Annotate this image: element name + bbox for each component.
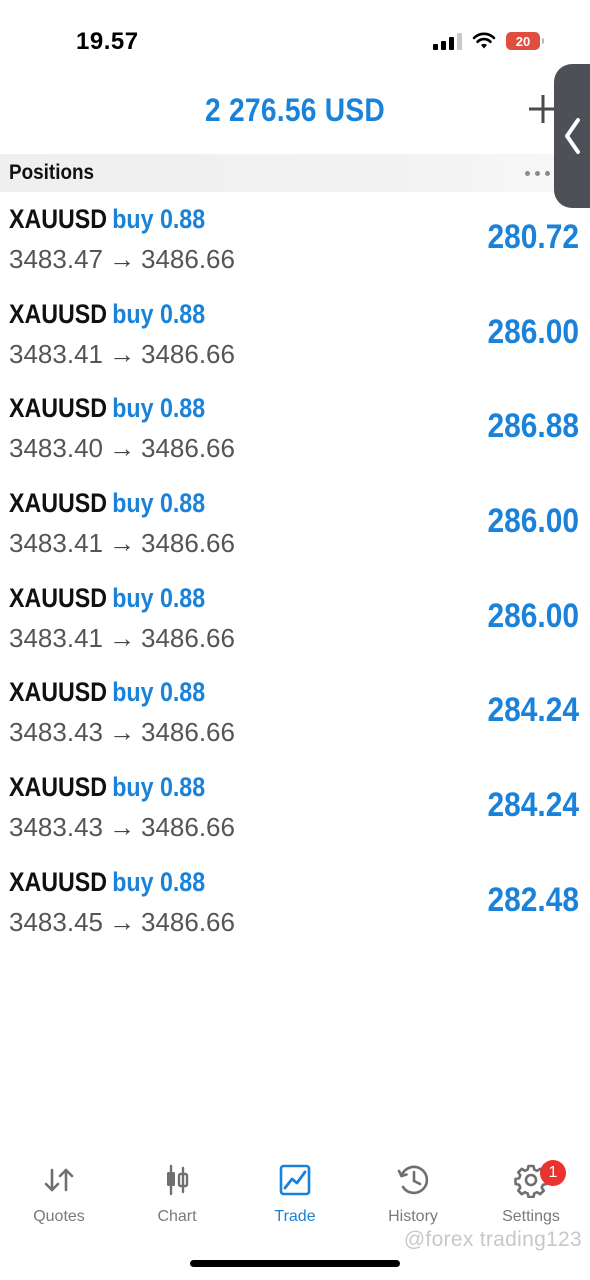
position-row[interactable]: XAUUSD buy 0.88 3483.47 → 3486.66 280.72 <box>0 198 590 293</box>
position-row[interactable]: XAUUSD buy 0.88 3483.41 → 3486.66 286.00 <box>0 293 590 388</box>
header: 2 276.56 USD <box>0 84 590 144</box>
current-price: 3486.66 <box>140 717 235 748</box>
position-side-volume: buy 0.88 <box>112 488 206 519</box>
position-side-volume: buy 0.88 <box>112 393 206 424</box>
quotes-arrows-icon <box>39 1160 79 1200</box>
tab-trade-label: Trade <box>274 1208 316 1225</box>
account-balance: 2 276.56 USD <box>204 92 386 128</box>
position-profit: 286.00 <box>487 312 579 351</box>
tab-chart[interactable]: Chart <box>118 1160 236 1240</box>
open-price: 3483.43 <box>9 812 103 843</box>
positions-title: Positions <box>9 161 95 184</box>
battery-icon: 20 <box>506 32 544 50</box>
status-bar: 19.57 20 <box>0 0 590 80</box>
current-price: 3486.66 <box>140 812 235 843</box>
current-price: 3486.66 <box>140 622 235 653</box>
candlestick-chart-icon <box>157 1160 197 1200</box>
position-symbol: XAUUSD <box>9 488 108 519</box>
open-price: 3483.40 <box>9 433 103 464</box>
tab-history-label: History <box>388 1208 438 1225</box>
battery-level: 20 <box>515 33 531 49</box>
current-price: 3486.66 <box>140 433 235 464</box>
position-symbol: XAUUSD <box>9 393 108 424</box>
price-arrow: → <box>108 528 135 559</box>
position-profit: 282.48 <box>487 880 579 919</box>
positions-list: XAUUSD buy 0.88 3483.47 → 3486.66 280.72 XA… <box>0 198 590 956</box>
position-side-volume: buy 0.88 <box>112 204 206 234</box>
position-symbol: XAUUSD <box>9 677 108 708</box>
price-arrow: → <box>108 717 135 748</box>
tab-quotes[interactable]: Quotes <box>0 1160 118 1240</box>
current-price: 3486.66 <box>140 906 235 937</box>
wifi-icon <box>472 32 496 49</box>
position-row[interactable]: XAUUSD buy 0.88 3483.40 → 3486.66 286.88 <box>0 387 590 482</box>
open-price: 3483.43 <box>9 717 103 748</box>
tab-quotes-label: Quotes <box>33 1208 85 1225</box>
position-side-volume: buy 0.88 <box>112 677 206 708</box>
watermark: @forex trading123 <box>403 1228 582 1251</box>
current-price: 3486.66 <box>140 244 235 274</box>
more-options-icon[interactable] <box>525 171 550 176</box>
price-arrow: → <box>108 622 135 653</box>
status-icons: 20 <box>433 32 544 50</box>
home-indicator[interactable] <box>190 1260 400 1267</box>
position-profit: 286.88 <box>487 407 579 446</box>
price-arrow: → <box>108 433 135 464</box>
position-profit: 284.24 <box>487 691 579 730</box>
position-row[interactable]: XAUUSD buy 0.88 3483.41 → 3486.66 286.00 <box>0 577 590 672</box>
price-arrow: → <box>108 812 135 843</box>
current-price: 3486.66 <box>140 338 235 369</box>
position-symbol: XAUUSD <box>9 204 108 234</box>
position-profit: 280.72 <box>487 218 579 256</box>
current-price: 3486.66 <box>140 528 235 559</box>
position-symbol: XAUUSD <box>9 582 108 613</box>
status-time: 19.57 <box>76 28 139 55</box>
cellular-signal-icon <box>433 32 462 50</box>
position-row[interactable]: XAUUSD buy 0.88 3483.45 → 3486.66 282.48 <box>0 861 590 956</box>
position-side-volume: buy 0.88 <box>112 298 206 329</box>
price-arrow: → <box>108 906 135 937</box>
tab-chart-label: Chart <box>157 1208 197 1225</box>
position-row[interactable]: XAUUSD buy 0.88 3483.43 → 3486.66 284.24 <box>0 766 590 861</box>
notification-badge: 1 <box>540 1160 566 1186</box>
position-side-volume: buy 0.88 <box>112 866 206 897</box>
position-side-volume: buy 0.88 <box>112 582 206 613</box>
position-row[interactable]: XAUUSD buy 0.88 3483.43 → 3486.66 284.24 <box>0 671 590 766</box>
tab-trade[interactable]: Trade <box>236 1160 354 1240</box>
history-clock-icon <box>393 1160 433 1200</box>
open-price: 3483.41 <box>9 622 103 653</box>
open-price: 3483.41 <box>9 528 103 559</box>
open-price: 3483.41 <box>9 338 103 369</box>
position-profit: 286.00 <box>487 502 579 541</box>
position-profit: 284.24 <box>487 786 579 825</box>
position-symbol: XAUUSD <box>9 772 108 803</box>
position-side-volume: buy 0.88 <box>112 772 206 803</box>
position-profit: 286.00 <box>487 596 579 635</box>
open-price: 3483.45 <box>9 906 103 937</box>
position-symbol: XAUUSD <box>9 866 108 897</box>
position-symbol: XAUUSD <box>9 298 108 329</box>
price-arrow: → <box>108 338 135 369</box>
side-panel-handle[interactable] <box>554 64 590 208</box>
tab-settings-label: Settings <box>502 1208 560 1225</box>
open-price: 3483.47 <box>9 244 103 274</box>
trade-line-chart-icon <box>275 1160 315 1200</box>
chevron-left-icon <box>565 118 580 154</box>
price-arrow: → <box>108 244 135 274</box>
positions-section-header: Positions <box>0 154 554 192</box>
position-row[interactable]: XAUUSD buy 0.88 3483.41 → 3486.66 286.00 <box>0 482 590 577</box>
